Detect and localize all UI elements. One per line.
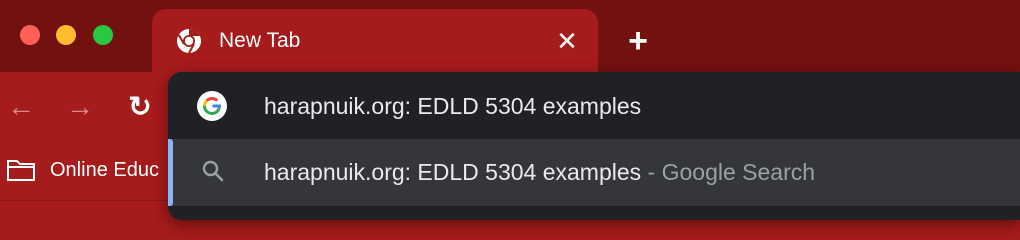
minimize-window-button[interactable] [56, 25, 76, 45]
folder-icon [7, 160, 35, 181]
omnibox-dropdown: harapnuik.org: EDLD 5304 examples harapn… [168, 72, 1020, 220]
suggestion-text: harapnuik.org: EDLD 5304 examples - Goog… [264, 157, 815, 187]
tab-title: New Tab [219, 29, 301, 52]
chrome-icon [177, 28, 201, 54]
title-bar: New Tab ✕ + [0, 0, 1020, 72]
close-window-button[interactable] [20, 25, 40, 45]
reload-button[interactable]: ↻ [123, 90, 157, 124]
tab-new-tab[interactable]: New Tab ✕ [152, 9, 598, 72]
search-icon [202, 160, 224, 182]
back-button[interactable]: ← [4, 90, 38, 124]
zoom-window-button[interactable] [93, 25, 113, 45]
forward-button[interactable]: → [63, 90, 97, 124]
selection-accent [168, 139, 173, 206]
suggestion-row[interactable]: harapnuik.org: EDLD 5304 examples [168, 72, 1020, 138]
suggestion-suffix: - Google Search [641, 159, 816, 185]
suggestion-query: harapnuik.org: EDLD 5304 examples [264, 159, 642, 185]
new-tab-button[interactable]: + [620, 24, 656, 60]
bookmark-online-educ[interactable]: Online Educ [50, 156, 159, 184]
suggestion-text: harapnuik.org: EDLD 5304 examples [264, 93, 642, 119]
close-tab-icon[interactable]: ✕ [552, 26, 582, 56]
google-icon [197, 91, 227, 121]
suggestion-row-selected[interactable]: harapnuik.org: EDLD 5304 examples - Goog… [168, 139, 1020, 206]
